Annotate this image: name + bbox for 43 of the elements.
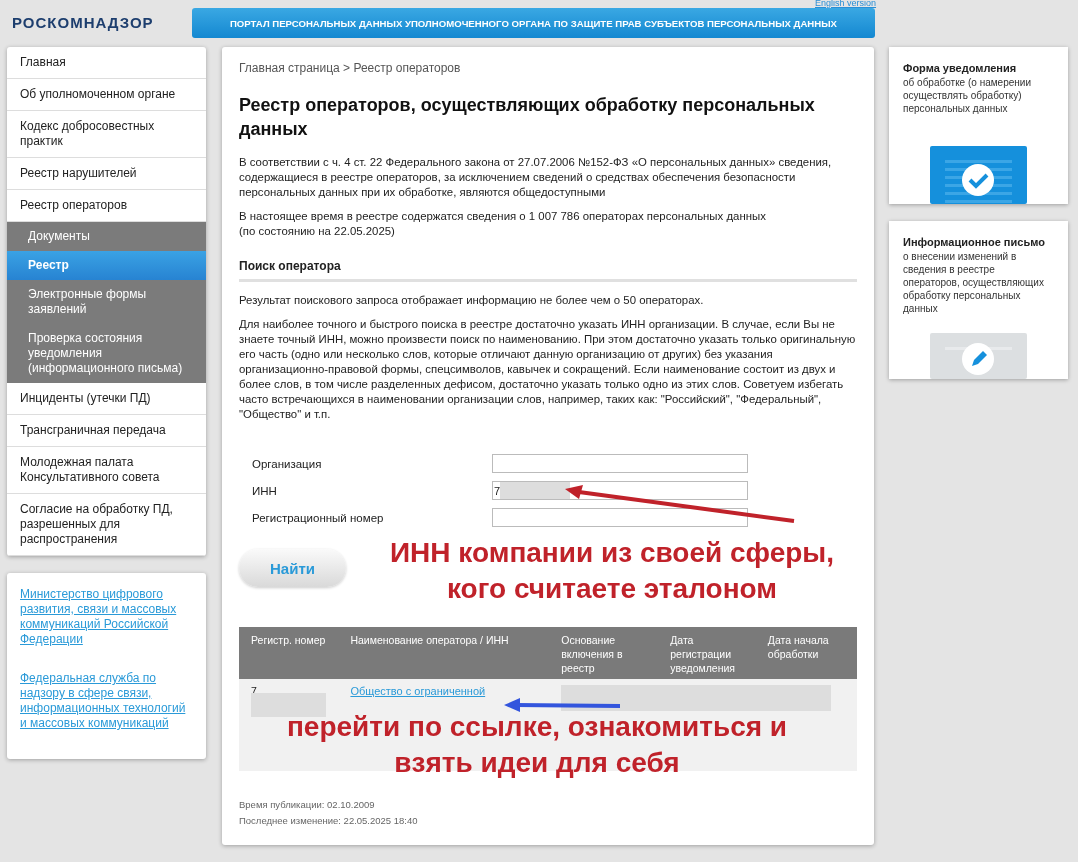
info-card[interactable]: Форма уведомления об обработке (о намерении осуществлять обработку) персональных данных — [889, 47, 1068, 204]
sidebar-item[interactable]: Главная — [7, 47, 206, 79]
column-header: Дата регистрации уведомления — [658, 627, 756, 679]
card-text: о внесении изменений в сведения в реестре операторов, осуществляющих обработку персональных данных — [903, 250, 1045, 315]
submenu-item[interactable]: Документы — [7, 222, 206, 251]
sidebar-item[interactable]: Инциденты (утечки ПД) — [7, 383, 206, 415]
portal-banner: ПОРТАЛ ПЕРСОНАЛЬНЫХ ДАННЫХ УПОЛНОМОЧЕННОГО ОРГАНА ПО ЗАЩИТЕ ПРАВ СУБЪЕКТОВ ПЕРСОНАЛЬНЫХ ДАННЫХ — [192, 8, 875, 38]
column-header: Основание включения в реестр — [549, 627, 659, 679]
info-card[interactable]: Информационное письмо о внесении изменений в сведения в реестре операторов, осуществляющих обработку персональных данных — [889, 221, 1068, 379]
submenu-item[interactable]: Проверка состояния уведомления (информационного письма) — [7, 324, 206, 383]
sidebar-item[interactable]: Трансграничная передача — [7, 415, 206, 447]
sidebar-item[interactable]: Кодекс добросовестных практик — [7, 111, 206, 158]
logo[interactable]: РОСКОМНАДЗОР — [12, 14, 192, 31]
input-field[interactable] — [492, 508, 748, 527]
breadcrumb[interactable]: Главная страница > Реестр операторов — [239, 61, 857, 75]
sidebar-item[interactable]: Реестр нарушителей — [7, 158, 206, 190]
field-label: Организация — [252, 457, 323, 470]
paragraph: Для наиболее точного и быстрого поиска в реестре достаточно указать ИНН организации. В случае, если Вы не знаете точный ИНН, можно произвести поиск по наименованию. При этом достаточно указать только оригинальную его часть (одно или несколько слов, которые отличают данную организацию от других) без указания организационно-правовой формы, спецсимволов, кавычек и сокращений. Если наименование состоит из двух и более слов, в том числе разделенных дефисом, достаточно указать только одно из этих слов. Советуем избегать часто встречающихся в наименовании организации слов, например, таких как: "Российский", "Федеральный", "Общество" и т.п. — [239, 317, 857, 422]
paragraph: В настоящее время в реестре содержатся сведения о 1 007 786 операторах персональных данных (по состоянию на 22.05.2025) — [239, 209, 767, 239]
column-header: Наименование оператора / ИНН — [338, 627, 550, 679]
input-field[interactable] — [492, 454, 748, 473]
submenu-item[interactable]: Электронные формы заявлений — [7, 280, 206, 324]
field-label: Регистрационный номер — [252, 511, 385, 524]
publication-info: Время публикации: 02.10.2009 — [239, 798, 376, 812]
input-field[interactable]: 7 — [492, 481, 748, 500]
annotation-text: ИНН компании из своей сферы, кого считаете эталоном — [388, 536, 836, 606]
sidebar-item[interactable]: Согласие на обработку ПД, разрешенных для распространения — [7, 494, 206, 556]
column-header: Регистр. номер — [239, 627, 339, 679]
publication-info: Последнее изменение: 22.05.2025 18:40 — [239, 814, 419, 828]
sidebar-item[interactable]: Об уполномоченном органе — [7, 79, 206, 111]
column-header: Дата начала обработки — [755, 627, 857, 679]
card-text: об обработке (о намерении осуществлять обработку) персональных данных — [903, 76, 1032, 116]
paragraph: Результат поискового запроса отображает информацию не более чем о 50 операторах. — [239, 293, 705, 308]
section-heading: Поиск оператора — [239, 259, 857, 282]
document-pencil-icon — [930, 333, 1027, 379]
page-title: Реестр операторов, осуществляющих обработку персональных данных — [239, 94, 816, 141]
paragraph: В соответствии с ч. 4 ст. 22 Федерального закона от 27.07.2006 №152-ФЗ «О персональных данных» сведения, содержащиеся в реестре операторов, за исключением сведений о средствах обеспечения безопасности персональных данных при их обработке, являются общедоступными — [239, 155, 833, 200]
card-title: Форма уведомления — [903, 61, 1018, 76]
card-title: Информационное письмо — [903, 235, 1046, 250]
field-label: ИНН — [252, 484, 278, 497]
sidebar-item[interactable]: Молодежная палата Консультативного совета — [7, 447, 206, 494]
document-check-icon — [930, 146, 1027, 204]
annotation-text: перейти по ссылке, ознакомиться и взять идеи для себя — [285, 710, 789, 780]
